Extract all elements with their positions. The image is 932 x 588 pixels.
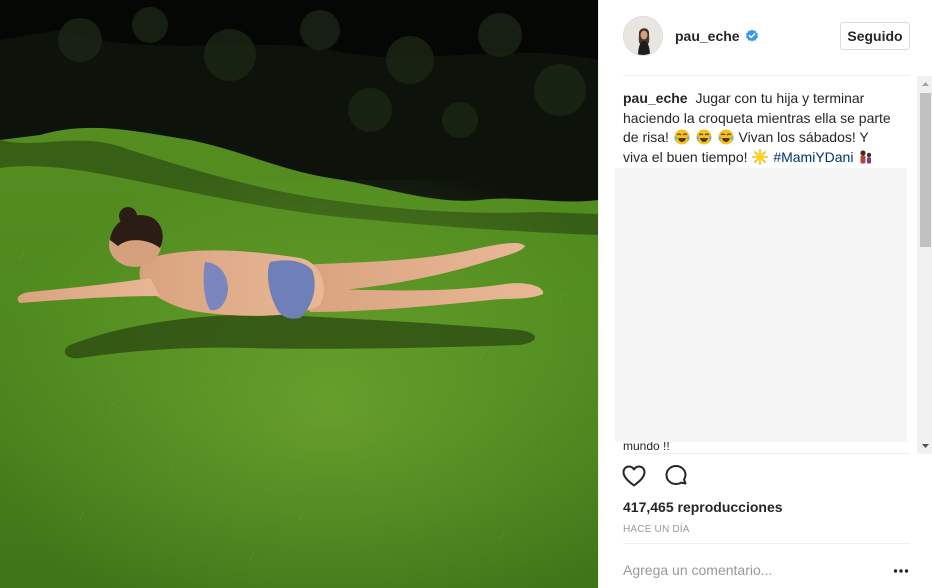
scrollbar-thumb[interactable] [920, 93, 931, 247]
comment-bubble-icon[interactable] [663, 463, 689, 489]
comment-media-placeholder [615, 168, 907, 442]
comments-list[interactable]: pau_eche Jugar con tu hija y terminar ha… [599, 76, 932, 454]
comment-input[interactable] [623, 556, 878, 584]
hashtag-link[interactable]: #MamiYDani [773, 149, 853, 165]
mother-daughter-emoji-icon [860, 149, 872, 163]
post-header: pau_eche Seguido [599, 0, 932, 75]
view-count[interactable]: 417,465 reproducciones [623, 499, 783, 515]
following-button[interactable]: Seguido [840, 22, 910, 50]
comments-scrollbar[interactable] [917, 76, 932, 454]
verified-badge-icon [745, 29, 758, 42]
video-frame [0, 0, 598, 588]
divider [623, 543, 910, 544]
partial-comment-text: mundo !! [623, 442, 670, 453]
scroll-down-arrow-icon[interactable] [917, 437, 932, 454]
username-link[interactable]: pau_eche [675, 28, 740, 44]
post-details-panel: pau_eche Seguido pau_eche Jugar con tu h… [598, 0, 932, 588]
tears-of-joy-emoji-icon [718, 129, 734, 145]
avatar[interactable] [623, 16, 663, 56]
heart-icon[interactable] [621, 463, 647, 489]
divider [623, 453, 910, 454]
caption-username[interactable]: pau_eche [623, 90, 688, 106]
sun-emoji-icon [752, 148, 769, 165]
more-options-icon[interactable] [893, 563, 909, 579]
post-video[interactable] [0, 0, 598, 588]
post-timestamp[interactable]: HACE UN DÍA [623, 524, 690, 535]
tears-of-joy-emoji-icon [674, 129, 690, 145]
post-actions [621, 463, 689, 489]
scroll-up-arrow-icon[interactable] [917, 76, 932, 93]
tears-of-joy-emoji-icon [696, 129, 712, 145]
